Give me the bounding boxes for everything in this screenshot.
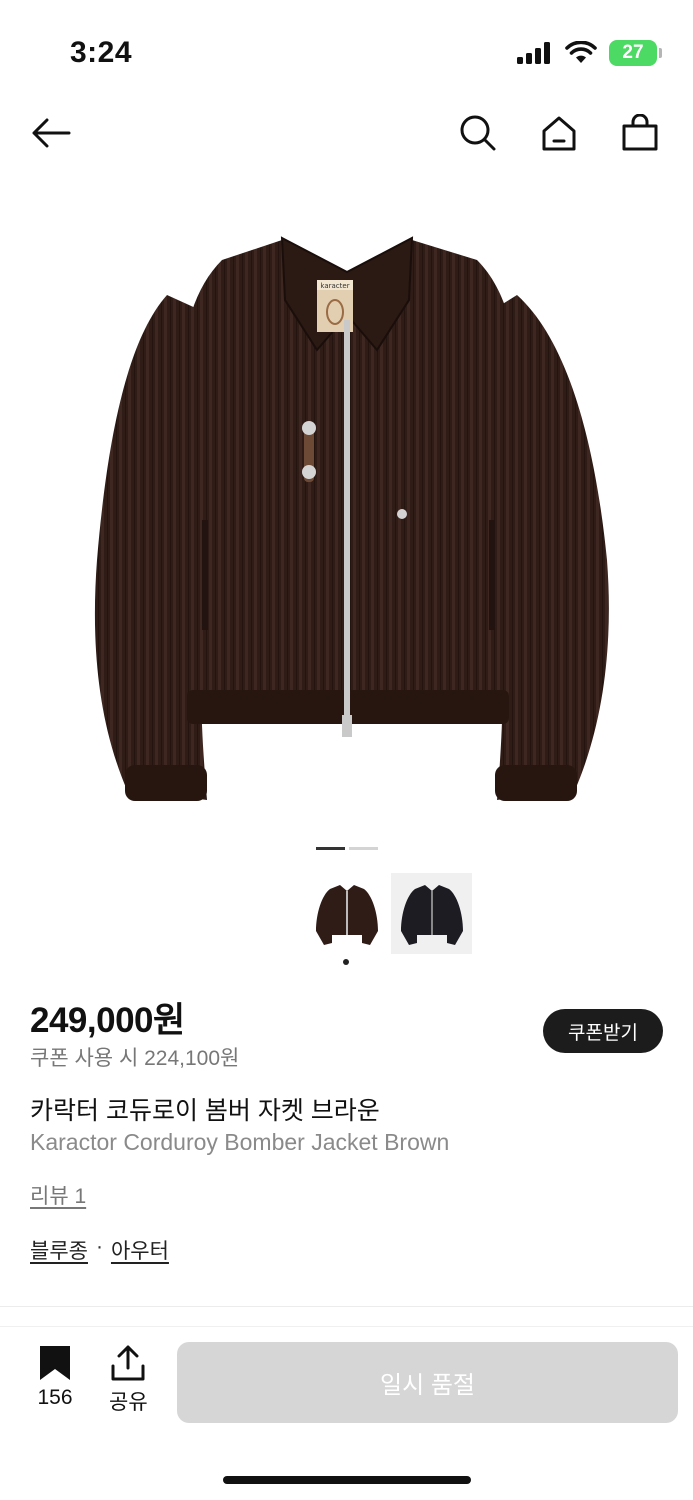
section-divider [0,1306,693,1307]
color-thumbnails [306,873,472,954]
shopping-bag-icon [622,114,658,151]
bottom-action-bar: 156 공유 일시 품절 [0,1326,693,1436]
pager-indicator [349,847,378,850]
wifi-icon [565,41,597,63]
nav-bar [0,100,693,166]
share-button[interactable]: 공유 [109,1344,148,1416]
product-name-ko: 카락터 코듀로이 봄버 자켓 브라운 [30,1097,380,1125]
image-pager [316,847,378,850]
sold-out-button[interactable]: 일시 품절 [177,1342,678,1423]
pager-indicator-active [316,847,345,850]
product-price: 249,000원 [30,1001,185,1040]
thumbnail-brown[interactable] [306,873,387,954]
bookmark-button[interactable]: 156 [37,1344,73,1410]
battery-level: 27 [622,42,644,63]
back-button[interactable] [30,112,72,154]
battery-icon: 27 [609,40,662,66]
product-image: karacter [94,236,609,801]
share-label: 공유 [109,1391,148,1414]
brand-tag-text: karacter [320,282,349,290]
search-button[interactable] [457,112,499,154]
selected-thumbnail-dot [343,959,349,965]
thumbnail-black-image [400,884,463,945]
home-button[interactable] [538,112,580,154]
thumbnail-brown-image [315,884,378,945]
thumbnail-black[interactable] [391,873,472,954]
cart-button[interactable] [619,112,661,154]
status-icons: 27 [517,40,662,66]
category-link-blouson[interactable]: 블루종 [30,1235,88,1265]
cellular-signal-icon [517,42,550,64]
back-arrow-icon [32,118,71,148]
share-icon [111,1345,145,1381]
search-icon [460,115,496,151]
category-separator: · [95,1235,103,1258]
category-link-outer[interactable]: 아우터 [111,1235,169,1265]
coupon-price: 쿠폰 사용 시 224,100원 [30,1047,240,1070]
get-coupon-button[interactable]: 쿠폰받기 [543,1009,663,1053]
product-image-carousel[interactable]: karacter [0,200,693,830]
product-name-en: Karactor Corduroy Bomber Jacket Brown [30,1129,450,1155]
category-breadcrumb: 블루종 · 아우터 [30,1235,169,1265]
home-icon [542,116,576,151]
review-link[interactable]: 리뷰 1 [30,1180,86,1210]
bookmark-icon [40,1346,70,1380]
status-bar: 3:24 27 [0,0,693,100]
home-indicator [223,1476,471,1484]
status-time: 3:24 [70,36,133,69]
bookmark-count: 156 [37,1386,73,1409]
